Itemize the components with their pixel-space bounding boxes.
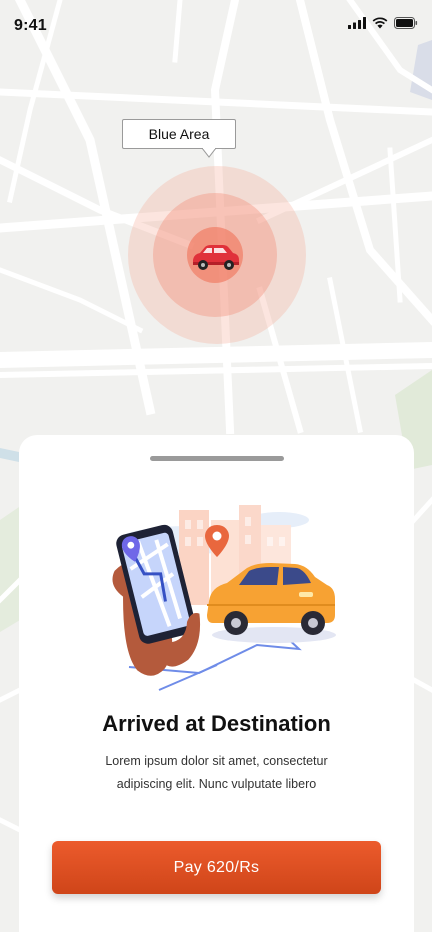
location-callout[interactable]: Blue Area xyxy=(122,119,236,149)
arrived-description: Lorem ipsum dolor sit amet, consectetur … xyxy=(105,754,328,791)
status-icons xyxy=(348,17,418,29)
signal-icon xyxy=(348,17,366,29)
battery-icon xyxy=(394,17,418,29)
car-icon[interactable] xyxy=(190,240,242,272)
pay-button[interactable]: Pay 620/Rs xyxy=(52,841,381,894)
status-bar: 9:41 xyxy=(0,0,432,52)
bottom-sheet: Arrived at Destination Lorem ipsum dolor… xyxy=(19,435,414,932)
drag-handle[interactable] xyxy=(150,456,284,461)
wifi-icon xyxy=(372,17,388,29)
location-label: Blue Area xyxy=(148,126,210,142)
arrived-illustration xyxy=(112,505,336,691)
callout-tail xyxy=(202,148,216,158)
arrived-title: Arrived at Destination xyxy=(102,711,331,736)
status-time: 9:41 xyxy=(14,17,47,34)
